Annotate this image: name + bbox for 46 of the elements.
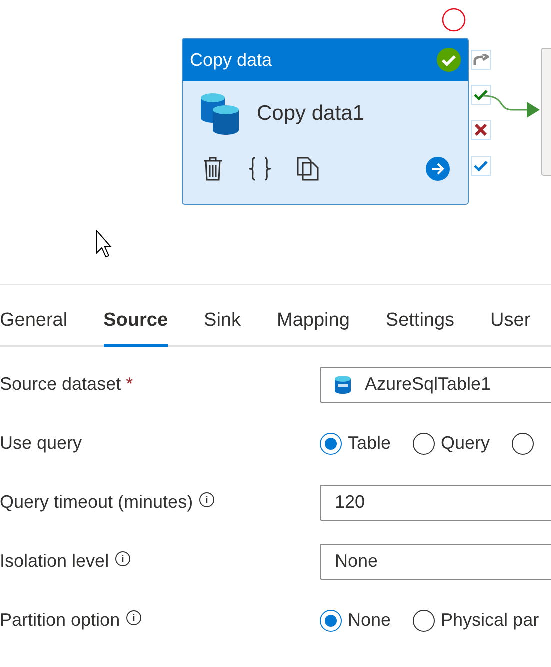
field-label: Query timeout (minutes)	[0, 492, 320, 513]
checkmark-icon	[474, 160, 488, 172]
tab[interactable]: User	[490, 310, 531, 347]
info-icon[interactable]	[115, 551, 132, 567]
tab[interactable]: Settings	[386, 310, 455, 347]
redo-arrow-icon	[473, 54, 489, 66]
mouse-cursor-icon	[96, 230, 112, 258]
delete-icon[interactable]	[203, 157, 223, 181]
cross-icon	[475, 124, 487, 136]
radio-label: None	[348, 610, 392, 631]
tab[interactable]: Mapping	[277, 310, 350, 347]
input-field[interactable]: None	[320, 544, 551, 580]
activity-name: Copy data1	[257, 102, 364, 126]
field-label: Partition option	[0, 610, 320, 631]
radio-label: Query	[441, 433, 490, 454]
info-icon[interactable]	[199, 492, 216, 508]
radio-button[interactable]	[413, 610, 436, 632]
code-braces-icon[interactable]	[249, 157, 271, 181]
connector-arrow	[483, 94, 541, 120]
field-label: Source dataset *	[0, 374, 134, 395]
info-icon[interactable]	[126, 610, 142, 626]
tab[interactable]: General	[0, 310, 68, 347]
field-label: Use query	[0, 433, 84, 454]
activity-node[interactable]: Copy data Copy data1	[182, 38, 469, 205]
checkmark-icon	[474, 89, 488, 101]
database-icon	[201, 93, 239, 135]
radio-button[interactable]	[320, 432, 342, 454]
radio-label: Physical par	[441, 610, 540, 631]
radio-button[interactable]	[320, 610, 342, 632]
completion-port[interactable]	[471, 156, 491, 176]
copy-icon[interactable]	[297, 157, 319, 181]
activity-type: Copy data	[190, 50, 272, 70]
tab[interactable]: Sink	[204, 310, 241, 347]
radio-label: Table	[348, 433, 392, 454]
sql-database-icon	[335, 376, 351, 394]
failure-port[interactable]	[471, 120, 491, 140]
input-field[interactable]: 120	[320, 484, 551, 520]
tab[interactable]: Source	[104, 310, 168, 347]
dataset-field[interactable]: AzureSqlTable1	[320, 366, 551, 402]
radio-button[interactable]	[512, 432, 534, 454]
success-port[interactable]	[471, 85, 491, 105]
arrow-circle-icon[interactable]	[426, 157, 450, 181]
breakpoint-circle-icon	[442, 8, 466, 32]
skip-port[interactable]	[471, 50, 491, 70]
radio-button[interactable]	[413, 432, 436, 454]
field-label: Isolation level	[0, 551, 320, 572]
